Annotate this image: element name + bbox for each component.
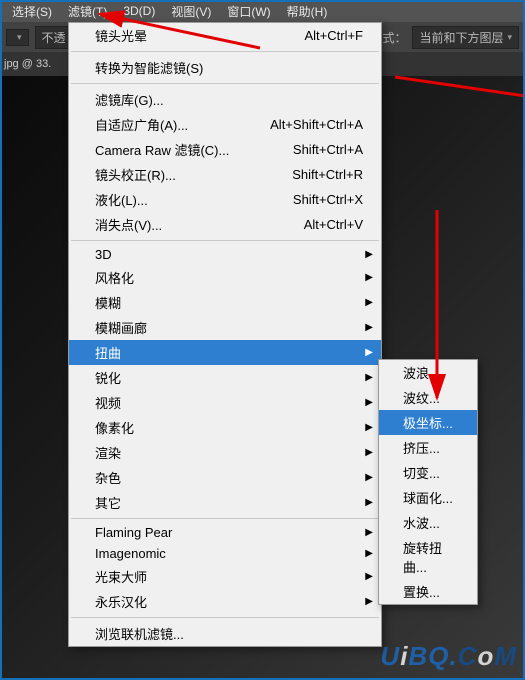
menu-item-noise[interactable]: 杂色▶ [69, 465, 381, 490]
label-mode: 式： [382, 29, 406, 46]
menu-3d[interactable]: 3D(D) [115, 4, 163, 18]
menu-item-sharpen[interactable]: 锐化▶ [69, 365, 381, 390]
combo-layer-sample[interactable]: 当前和下方图层▾ [412, 26, 519, 49]
chevron-down-icon: ▾ [507, 32, 512, 43]
menu-separator [71, 617, 379, 618]
menu-item-imagenomic[interactable]: Imagenomic▶ [69, 543, 381, 564]
submenu-arrow-icon: ▶ [365, 527, 373, 538]
menubar: 选择(S) 滤镜(T) 3D(D) 视图(V) 窗口(W) 帮助(H) [0, 0, 525, 22]
menu-item-yongle[interactable]: 永乐汉化▶ [69, 589, 381, 614]
menu-separator [71, 240, 379, 241]
menu-item-video[interactable]: 视频▶ [69, 390, 381, 415]
menu-item-blur[interactable]: 模糊▶ [69, 290, 381, 315]
submenu-item-wave[interactable]: 波浪... [379, 360, 477, 385]
menu-filter[interactable]: 滤镜(T) [60, 3, 115, 20]
menu-window[interactable]: 窗口(W) [219, 3, 278, 20]
combo-1[interactable]: ▾ [6, 29, 29, 46]
distort-submenu: 波浪... 波纹... 极坐标... 挤压... 切变... 球面化... 水波… [378, 359, 478, 605]
document-tab[interactable]: jpg @ 33. [4, 58, 51, 70]
menu-item-blur-gallery[interactable]: 模糊画廊▶ [69, 315, 381, 340]
submenu-arrow-icon: ▶ [365, 472, 373, 483]
submenu-arrow-icon: ▶ [365, 497, 373, 508]
menu-item-3d[interactable]: 3D▶ [69, 244, 381, 265]
menu-separator [71, 51, 379, 52]
menu-item-other[interactable]: 其它▶ [69, 490, 381, 515]
menu-item-liquify[interactable]: 液化(L)...Shift+Ctrl+X [69, 187, 381, 212]
submenu-item-polar[interactable]: 极坐标... [379, 410, 477, 435]
combo-opacity[interactable]: 不透 [35, 26, 73, 49]
menu-view[interactable]: 视图(V) [163, 3, 219, 20]
submenu-arrow-icon: ▶ [365, 372, 373, 383]
submenu-arrow-icon: ▶ [365, 447, 373, 458]
menu-item-light-master[interactable]: 光束大师▶ [69, 564, 381, 589]
submenu-arrow-icon: ▶ [365, 347, 373, 358]
submenu-item-zigzag[interactable]: 水波... [379, 510, 477, 535]
submenu-arrow-icon: ▶ [365, 397, 373, 408]
menu-help[interactable]: 帮助(H) [279, 3, 336, 20]
submenu-arrow-icon: ▶ [365, 548, 373, 559]
menu-select[interactable]: 选择(S) [4, 3, 60, 20]
menu-item-filter-gallery[interactable]: 滤镜库(G)... [69, 87, 381, 112]
chevron-down-icon: ▾ [17, 32, 22, 43]
menu-item-browse-online[interactable]: 浏览联机滤镜... [69, 621, 381, 646]
submenu-item-twirl[interactable]: 旋转扭曲... [379, 535, 477, 579]
menu-item-convert-smart[interactable]: 转换为智能滤镜(S) [69, 55, 381, 80]
submenu-arrow-icon: ▶ [365, 571, 373, 582]
menu-item-lens-flare[interactable]: 镜头光晕Alt+Ctrl+F [69, 23, 381, 48]
submenu-arrow-icon: ▶ [365, 297, 373, 308]
menu-separator [71, 83, 379, 84]
menu-item-pixelate[interactable]: 像素化▶ [69, 415, 381, 440]
watermark: UiBQ.CoM [380, 641, 517, 672]
menu-item-render[interactable]: 渲染▶ [69, 440, 381, 465]
submenu-item-displace[interactable]: 置换... [379, 579, 477, 604]
menu-item-lens-correction[interactable]: 镜头校正(R)...Shift+Ctrl+R [69, 162, 381, 187]
submenu-arrow-icon: ▶ [365, 249, 373, 260]
menu-item-stylize[interactable]: 风格化▶ [69, 265, 381, 290]
submenu-arrow-icon: ▶ [365, 596, 373, 607]
menu-separator [71, 518, 379, 519]
submenu-arrow-icon: ▶ [365, 422, 373, 433]
filter-menu-dropdown: 镜头光晕Alt+Ctrl+F 转换为智能滤镜(S) 滤镜库(G)... 自适应广… [68, 22, 382, 647]
submenu-item-ripple[interactable]: 波纹... [379, 385, 477, 410]
menu-item-adaptive-wide[interactable]: 自适应广角(A)...Alt+Shift+Ctrl+A [69, 112, 381, 137]
submenu-item-pinch[interactable]: 挤压... [379, 435, 477, 460]
menu-item-distort[interactable]: 扭曲▶ [69, 340, 381, 365]
submenu-arrow-icon: ▶ [365, 322, 373, 333]
menu-item-vanishing-point[interactable]: 消失点(V)...Alt+Ctrl+V [69, 212, 381, 237]
menu-item-camera-raw[interactable]: Camera Raw 滤镜(C)...Shift+Ctrl+A [69, 137, 381, 162]
menu-item-flaming-pear[interactable]: Flaming Pear▶ [69, 522, 381, 543]
submenu-item-spherize[interactable]: 球面化... [379, 485, 477, 510]
submenu-item-shear[interactable]: 切变... [379, 460, 477, 485]
submenu-arrow-icon: ▶ [365, 272, 373, 283]
